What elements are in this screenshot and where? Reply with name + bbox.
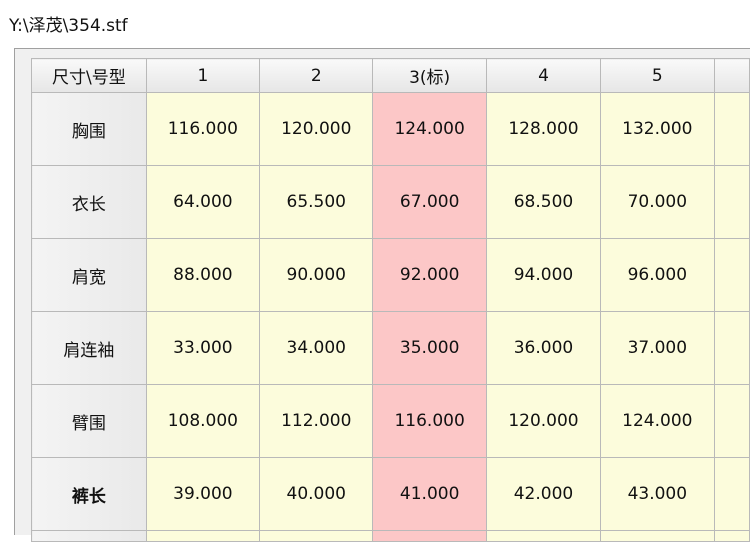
table-cell-overflow[interactable]: [713, 238, 750, 312]
column-header-size-1[interactable]: 1: [145, 58, 261, 93]
table-row: 肩连袖 33.000 34.000 35.000 36.000 37.000: [31, 311, 750, 385]
table-cell-overflow[interactable]: [713, 384, 750, 458]
row-header[interactable]: 裤长: [31, 457, 147, 531]
table-cell[interactable]: 34.000: [259, 311, 374, 385]
table-cell[interactable]: 132.000: [600, 92, 715, 166]
table-cell-standard[interactable]: 67.000: [372, 165, 487, 239]
table-cell[interactable]: 37.000: [600, 311, 715, 385]
table-cell-partial[interactable]: [713, 530, 750, 542]
table-cell[interactable]: 128.000: [485, 92, 602, 166]
table-row: 肩宽 88.000 90.000 92.000 94.000 96.000: [31, 238, 750, 312]
corner-header[interactable]: 尺寸\号型: [31, 58, 147, 93]
table-cell[interactable]: 96.000: [600, 238, 715, 312]
table-cell-standard[interactable]: 35.000: [372, 311, 487, 385]
window-title-bar: Y:\泽茂\354.stf: [0, 0, 750, 46]
table-cell[interactable]: 36.000: [485, 311, 602, 385]
size-spec-table: 尺寸\号型 1 2 3(标) 4 5 胸围 116.000 120.000 12…: [31, 58, 750, 542]
row-header[interactable]: 胸围: [31, 92, 147, 166]
table-cell-overflow[interactable]: [713, 311, 750, 385]
table-cell[interactable]: 108.000: [145, 384, 261, 458]
column-header-size-2[interactable]: 2: [259, 58, 374, 93]
table-cell[interactable]: 40.000: [259, 457, 374, 531]
table-row: 胸围 116.000 120.000 124.000 128.000 132.0…: [31, 92, 750, 166]
row-header[interactable]: 肩宽: [31, 238, 147, 312]
row-header-partial[interactable]: [31, 530, 147, 542]
table-row: 裤长 39.000 40.000 41.000 42.000 43.000: [31, 457, 750, 531]
table-cell-partial-standard[interactable]: [372, 530, 487, 542]
table-cell-standard[interactable]: 124.000: [372, 92, 487, 166]
table-cell[interactable]: 42.000: [485, 457, 602, 531]
table-cell[interactable]: 120.000: [485, 384, 602, 458]
table-cell-overflow[interactable]: [713, 92, 750, 166]
table-cell[interactable]: 68.500: [485, 165, 602, 239]
row-header[interactable]: 臂围: [31, 384, 147, 458]
table-cell[interactable]: 120.000: [259, 92, 374, 166]
table-cell-standard[interactable]: 41.000: [372, 457, 487, 531]
column-header-size-5[interactable]: 5: [600, 58, 715, 93]
table-cell-partial[interactable]: [259, 530, 374, 542]
table-cell[interactable]: 124.000: [600, 384, 715, 458]
table-cell[interactable]: 64.000: [145, 165, 261, 239]
table-cell-standard[interactable]: 92.000: [372, 238, 487, 312]
table-cell-overflow[interactable]: [713, 457, 750, 531]
table-cell-standard[interactable]: 116.000: [372, 384, 487, 458]
table-cell[interactable]: 116.000: [145, 92, 261, 166]
table-cell-partial[interactable]: [145, 530, 261, 542]
column-header-size-3-standard[interactable]: 3(标): [372, 58, 487, 93]
table-cell[interactable]: 88.000: [145, 238, 261, 312]
table-cell[interactable]: 70.000: [600, 165, 715, 239]
row-header[interactable]: 肩连袖: [31, 311, 147, 385]
table-cell[interactable]: 65.500: [259, 165, 374, 239]
table-cell-partial[interactable]: [485, 530, 602, 542]
table-row-partial: [31, 530, 750, 542]
column-header-row: 尺寸\号型 1 2 3(标) 4 5: [31, 58, 750, 93]
table-cell[interactable]: 33.000: [145, 311, 261, 385]
table-cell[interactable]: 94.000: [485, 238, 602, 312]
table-row: 衣长 64.000 65.500 67.000 68.500 70.000: [31, 165, 750, 239]
table-cell-partial[interactable]: [600, 530, 715, 542]
row-header[interactable]: 衣长: [31, 165, 147, 239]
column-header-size-4[interactable]: 4: [485, 58, 602, 93]
table-cell-overflow[interactable]: [713, 165, 750, 239]
window-title: Y:\泽茂\354.stf: [9, 16, 128, 36]
table-cell[interactable]: 43.000: [600, 457, 715, 531]
column-header-overflow[interactable]: [713, 58, 750, 93]
table-cell[interactable]: 90.000: [259, 238, 374, 312]
table-cell[interactable]: 39.000: [145, 457, 261, 531]
table-row: 臂围 108.000 112.000 116.000 120.000 124.0…: [31, 384, 750, 458]
table-cell[interactable]: 112.000: [259, 384, 374, 458]
